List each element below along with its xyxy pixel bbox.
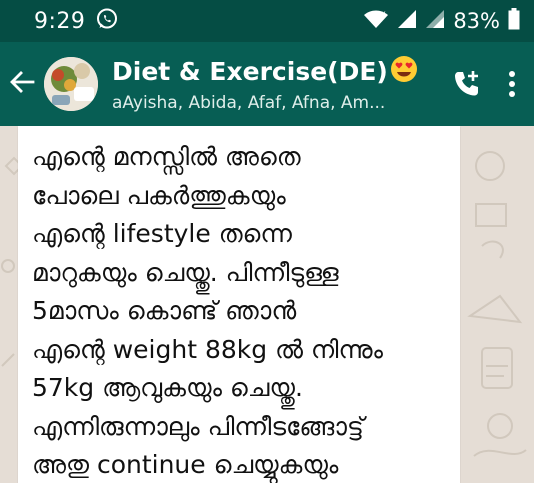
wifi-icon: x <box>363 9 389 34</box>
status-left: 9:29 <box>34 7 119 35</box>
group-title: Diet & Exercise(DE) <box>112 57 388 86</box>
heart-eyes-emoji-icon <box>390 55 418 89</box>
message-line: എന്റെ weight 88kg ൽ നിന്നും <box>32 334 384 364</box>
message-bubble[interactable]: എന്റെ മനസ്സിൽ അതെ പോലെ പകർത്തുകയും എന്റെ… <box>18 126 460 483</box>
status-time: 9:29 <box>34 8 86 34</box>
message-line: അതു continue ചെയ്യുകയും <box>32 450 339 479</box>
group-info[interactable]: Diet & Exercise(DE) aAyisha, Abida, Afaf… <box>112 55 417 113</box>
signal-icon <box>397 9 417 34</box>
message-line: എന്നിരുന്നാലും പിന്നീടങ്ങോട്ട് <box>32 411 364 441</box>
battery-icon <box>508 7 520 35</box>
status-bar: 9:29 x 83% <box>0 0 534 42</box>
back-button[interactable] <box>0 42 44 126</box>
group-avatar[interactable] <box>44 57 98 111</box>
whatsapp-icon <box>95 7 119 35</box>
add-call-icon[interactable] <box>452 69 482 99</box>
signal-icon <box>425 9 445 34</box>
more-vert-icon[interactable] <box>508 70 516 98</box>
header-actions <box>452 69 534 99</box>
back-arrow-icon <box>9 69 35 99</box>
group-members: aAyisha, Abida, Afaf, Afna, Am... <box>112 93 386 113</box>
message-line: എന്റെ lifestyle തന്നെ <box>32 219 292 248</box>
message-line: എന്റെ മനസ്സിൽ അതെ <box>32 142 301 171</box>
message-line: 57kg ആവുകയും ചെയ്തു. <box>32 373 303 402</box>
message-line: മാറുകയും ചെയ്തു. പിന്നീടുള്ള <box>32 257 339 287</box>
group-title-row: Diet & Exercise(DE) <box>112 55 417 89</box>
battery-percent: 83% <box>453 9 500 33</box>
svg-text:x: x <box>381 9 386 18</box>
message-line: 5മാസം കൊണ്ട് ഞാൻ <box>32 296 297 325</box>
chat-header: Diet & Exercise(DE) aAyisha, Abida, Afaf… <box>0 42 534 126</box>
chat-area[interactable]: എന്റെ മനസ്സിൽ അതെ പോലെ പകർത്തുകയും എന്റെ… <box>0 126 534 483</box>
status-right: x 83% <box>363 7 520 35</box>
message-line: പോലെ പകർത്തുകയും <box>32 180 286 210</box>
